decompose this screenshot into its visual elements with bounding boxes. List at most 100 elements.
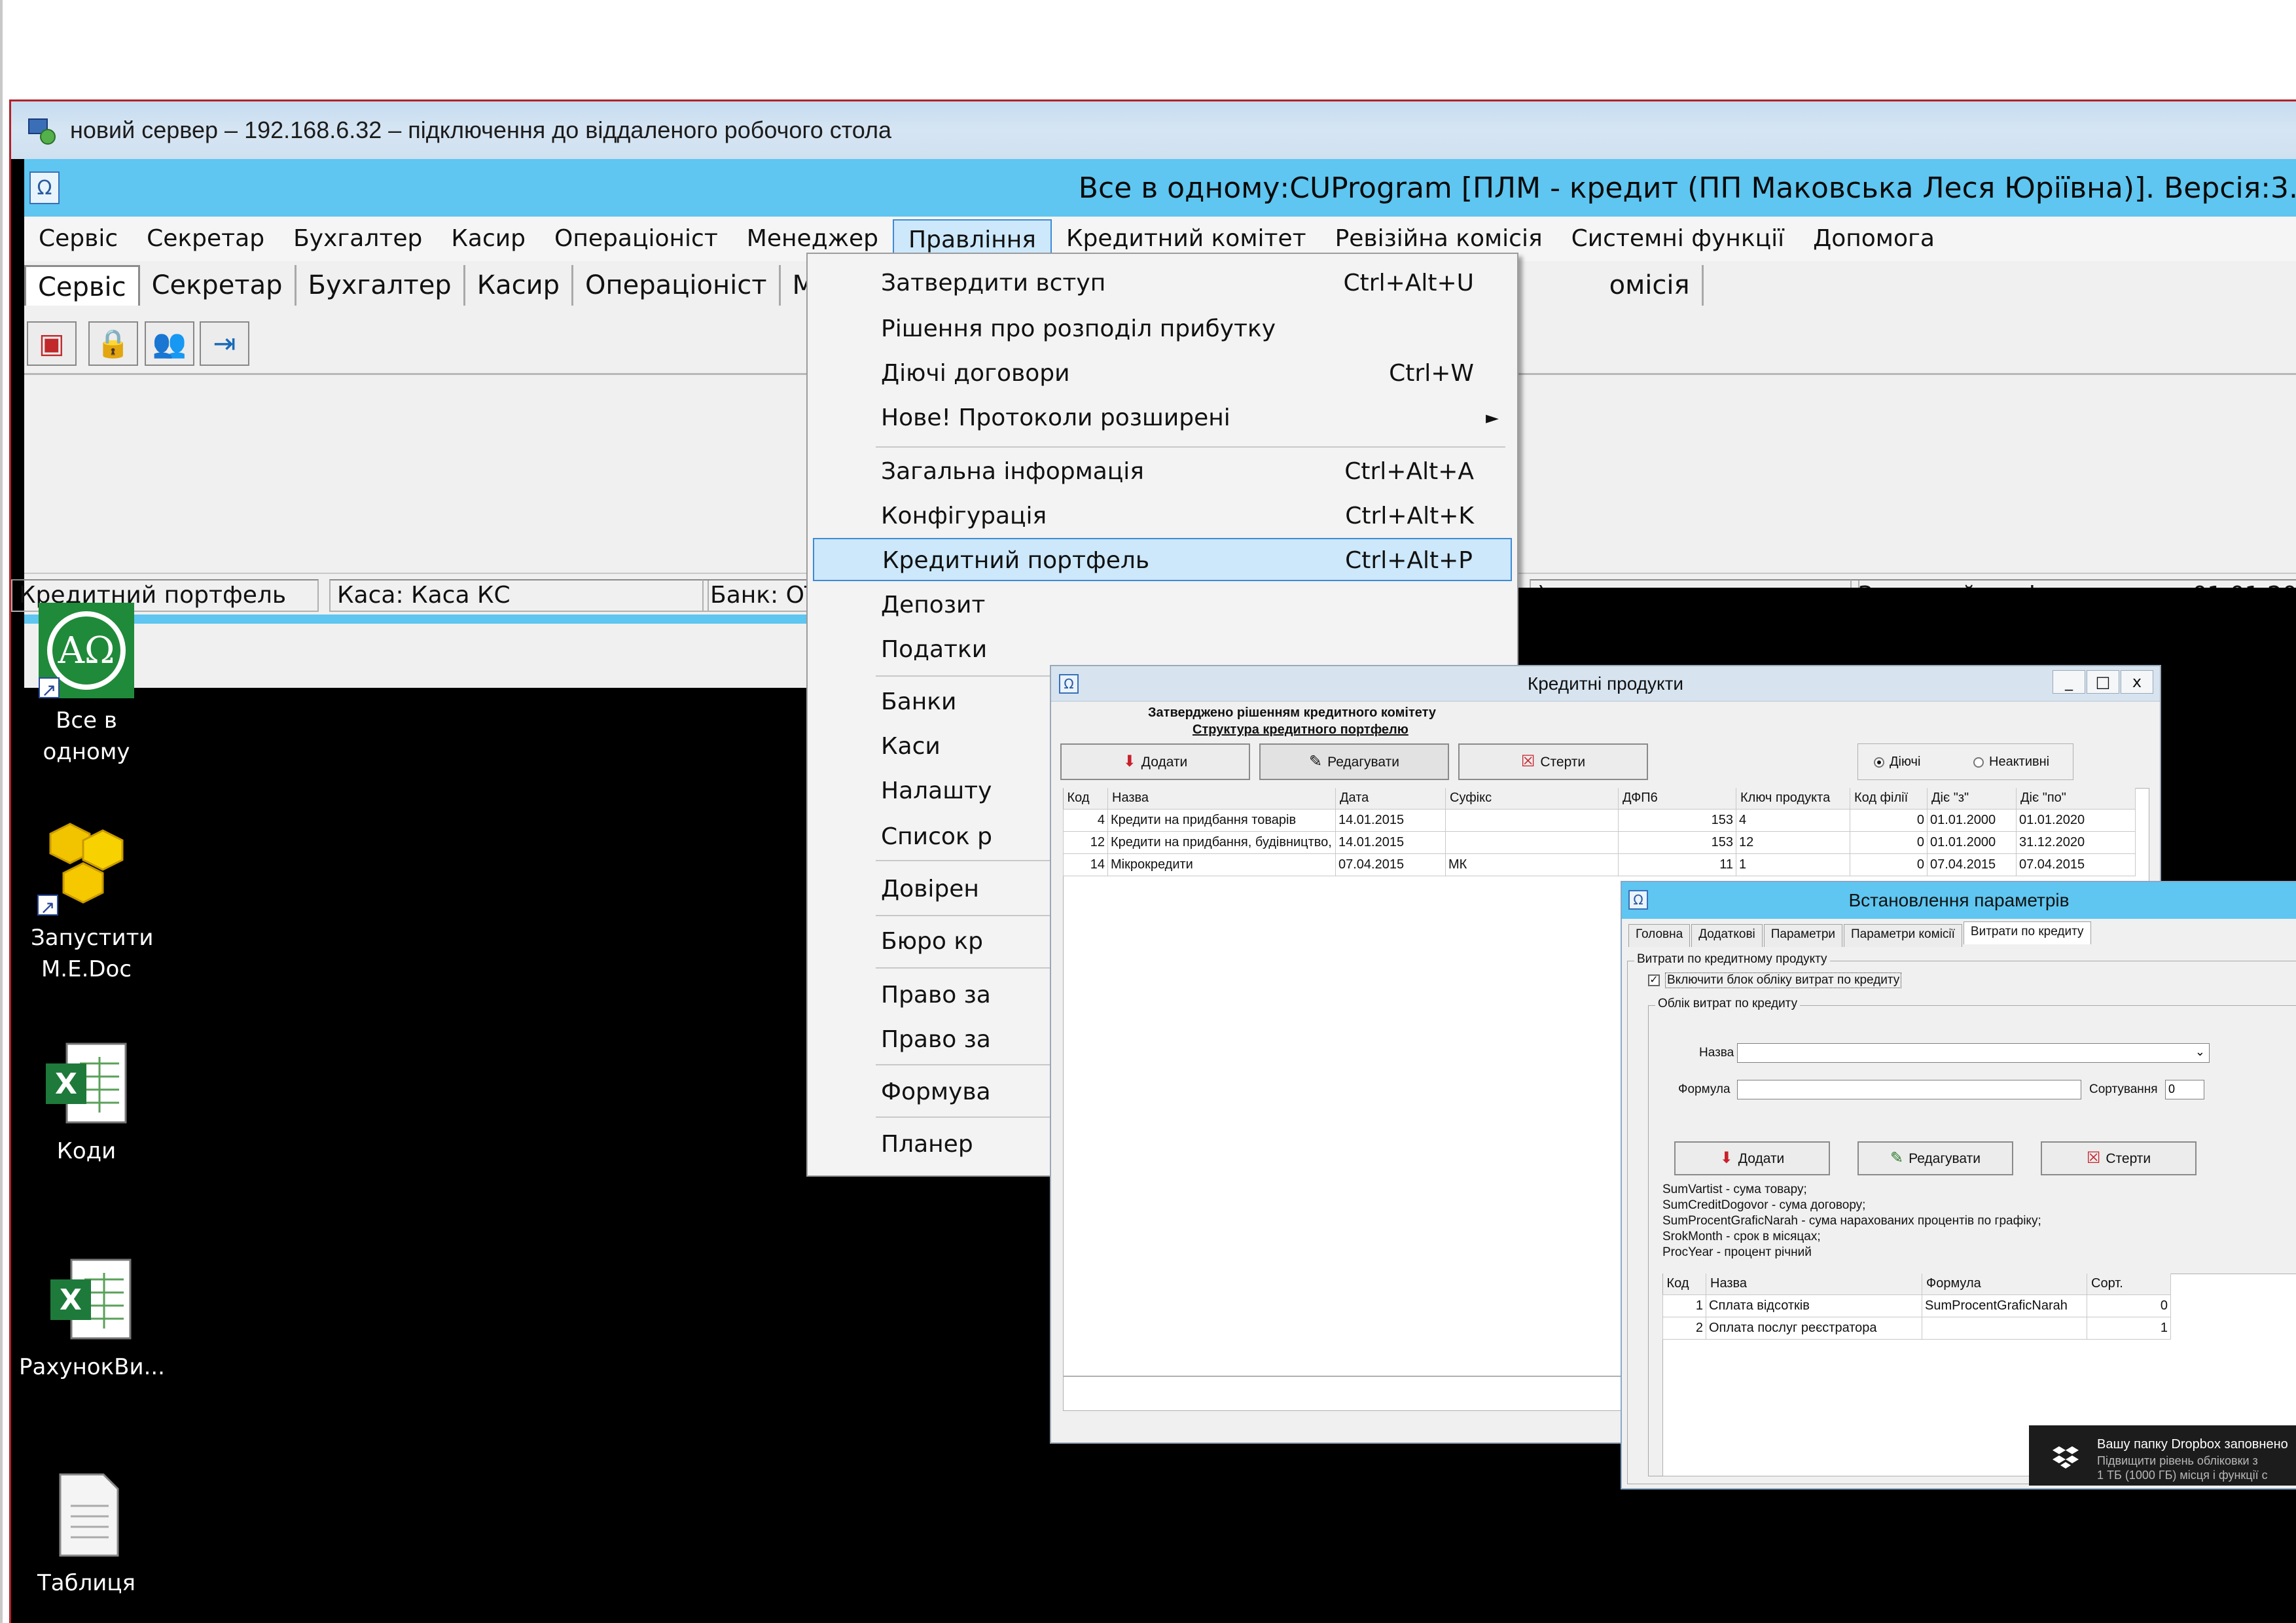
tab-secretary[interactable]: Секретар (140, 265, 296, 306)
params-add-button[interactable]: ⬇ Додати (1674, 1141, 1830, 1175)
submenu-arrow-icon: ► (1486, 408, 1499, 428)
desktop-icon-table[interactable]: Таблиця (31, 1469, 142, 1599)
maximize-button[interactable]: □ (2087, 670, 2119, 694)
menu-item-extended-protocols[interactable]: Нове! Протоколи розширені ► (813, 397, 1512, 440)
close-button[interactable]: x (2121, 670, 2153, 694)
icon-label: РахунокВи... (19, 1354, 165, 1380)
params-delete-button[interactable]: ☒ Стерти (2041, 1141, 2197, 1175)
formula-hint: SumVartist - сума товару; (1662, 1183, 1807, 1196)
column-header[interactable]: ДФП6 (1618, 788, 1736, 809)
rdp-titlebar[interactable]: новий сервер – 192.168.6.32 – підключенн… (11, 101, 2296, 159)
menu-help[interactable]: Допомога (1799, 219, 1949, 259)
app-logo-icon: Ω (29, 171, 60, 204)
desktop-icon-all-in-one[interactable]: ΑΩ Все в одному (31, 603, 142, 768)
credit-products-titlebar[interactable]: Ω Кредитні продукти _ □ x (1051, 666, 2160, 702)
desktop-icon-kody[interactable]: X Коди (31, 1037, 142, 1167)
column-header[interactable]: Діє "з" (1927, 788, 2017, 809)
status-bank: Банк: ОТП (702, 579, 820, 612)
column-header[interactable]: Код (1063, 788, 1108, 809)
column-header[interactable]: Дата (1335, 788, 1446, 809)
app-titlebar[interactable]: Ω Все в одному:CUProgram [ПЛМ - кредит (… (24, 159, 2296, 217)
table-row[interactable]: 4 Кредити на придбання товарів 14.01.2015 1… (1063, 808, 2136, 832)
formula-input[interactable] (1737, 1080, 2081, 1099)
icon-label: Все в (56, 707, 117, 734)
menu-service[interactable]: Сервіс (24, 219, 132, 259)
table-row[interactable]: 2 Оплата послуг реєстратора 1 (1662, 1316, 2171, 1340)
tab-additional[interactable]: Додаткові (1691, 924, 1763, 947)
formula-hint: SumCreditDogovor - сума договору; (1662, 1198, 1866, 1212)
menu-accountant[interactable]: Бухгалтер (279, 219, 437, 259)
tab-credit-expenses[interactable]: Витрати по кредиту (1963, 921, 2091, 944)
medoc-icon (37, 817, 135, 923)
tab-commission[interactable]: омісія (1598, 265, 1704, 306)
menu-item-general-info[interactable]: Загальна інформація Ctrl+Alt+A (813, 450, 1512, 493)
products-table: Код Назва Дата Суфікс ДФП6 Ключ продукта… (1063, 788, 2136, 876)
table-row[interactable]: 14 Мікрокредити 07.04.2015 МК 11 1 0 07.04.2015… (1063, 853, 2136, 876)
menu-cashier[interactable]: Касир (437, 219, 540, 259)
edit-button[interactable]: ✎ Редагувати (1259, 743, 1449, 780)
column-header[interactable]: Формула (1922, 1274, 2087, 1294)
delete-button[interactable]: ☒ Стерти (1458, 743, 1648, 780)
menu-secretary[interactable]: Секретар (132, 219, 279, 259)
table-row[interactable]: 12 Кредити на придбання, будівництво, 14.0… (1063, 830, 2136, 854)
menu-item-profit-distribution[interactable]: Рішення про розподіл прибутку (813, 308, 1512, 351)
exit-button[interactable]: ⇥ (200, 321, 249, 366)
parameters-titlebar[interactable]: Ω Встановлення параметрів (1622, 882, 2296, 919)
dropbox-notification[interactable]: Вашу папку Dropbox заповнено Підвищити р… (2029, 1425, 2296, 1486)
card-button[interactable]: ▣ (27, 321, 77, 366)
excel-file-icon: X (45, 1253, 137, 1345)
column-header[interactable]: Код (1662, 1274, 1706, 1294)
tab-commission-parameters[interactable]: Параметри комісії (1844, 924, 1962, 947)
column-header[interactable]: Ключ продукта (1736, 788, 1850, 809)
edit-icon: ✎ (1890, 1149, 1904, 1167)
column-header[interactable]: Код філії (1850, 788, 1928, 809)
shortcut-arrow-icon (39, 675, 60, 706)
tab-service[interactable]: Сервіс (24, 265, 140, 306)
tab-parameters[interactable]: Параметри (1763, 924, 1843, 947)
column-header[interactable]: Назва (1107, 788, 1336, 809)
formula-hint: SumProcentGraficNarah - сума нарахованих… (1662, 1214, 2041, 1228)
lock-button[interactable]: 🔒 (88, 321, 138, 366)
delete-icon: ☒ (1520, 753, 1535, 770)
radio-active[interactable]: Діючі (1874, 755, 1920, 770)
menu-item-approve-entry[interactable]: Затвердити вступ Ctrl+Alt+U (813, 262, 1512, 305)
menu-item-deposit[interactable]: Депозит (813, 584, 1512, 627)
menu-item-active-contracts[interactable]: Діючі договори Ctrl+W (813, 352, 1512, 395)
menu-item-credit-portfolio[interactable]: Кредитний портфель Ctrl+Alt+P (813, 538, 1512, 581)
desktop-icon-rakhunok[interactable]: X РахунокВи... (19, 1253, 165, 1383)
name-label: Назва (1699, 1046, 1734, 1060)
menu-item-configuration[interactable]: Конфігурація Ctrl+Alt+K (813, 495, 1512, 538)
column-header[interactable]: Сорт. (2087, 1274, 2171, 1294)
checkbox-checked-icon: ✓ (1648, 974, 1660, 986)
expenses-table: Код Назва Формула Сорт. 1 Сплата відсоткі… (1662, 1274, 2171, 1340)
portfolio-structure-link[interactable]: Структура кредитного портфелю (1193, 722, 1408, 738)
tab-accountant[interactable]: Бухгалтер (296, 265, 465, 306)
sort-stepper[interactable]: 0 (2165, 1080, 2204, 1099)
table-row[interactable]: 1 Сплата відсотків SumProcentGraficNarah 0 (1662, 1294, 2171, 1317)
svg-text:ΑΩ: ΑΩ (58, 630, 115, 672)
users-button[interactable]: 👥 (145, 321, 194, 366)
tab-main[interactable]: Головна (1628, 924, 1691, 947)
pencil-icon: ✎ (1309, 753, 1323, 770)
add-icon: ⬇ (1122, 753, 1136, 770)
name-select[interactable]: ⌄ (1737, 1043, 2210, 1063)
credit-products-title: Кредитні продукти (1527, 673, 1684, 694)
icon-label: Коди (56, 1138, 117, 1164)
radio-inactive[interactable]: Неактивні (1973, 755, 2049, 770)
enable-expenses-checkbox[interactable]: ✓ Включити блок обліку витрат по кредиту (1648, 972, 1902, 988)
dropbox-icon (2053, 1446, 2079, 1469)
parameters-window: Ω Встановлення параметрів Головна Додатк… (1621, 881, 2296, 1489)
add-button[interactable]: ⬇ Додати (1060, 743, 1250, 780)
tab-operator[interactable]: Операціоніст (573, 265, 781, 306)
desktop-icon-medoc[interactable]: Запустити M.E.Doc (31, 817, 153, 985)
column-header[interactable]: Діє "по" (2016, 788, 2136, 809)
column-header[interactable]: Суфікс (1445, 788, 1619, 809)
icon-label: Таблиця (37, 1570, 135, 1596)
column-header[interactable]: Назва (1706, 1274, 1922, 1294)
minimize-button[interactable]: _ (2053, 670, 2085, 694)
tab-cashier[interactable]: Касир (465, 265, 573, 306)
menu-operator[interactable]: Операціоніст (540, 219, 732, 259)
menu-system-functions[interactable]: Системні функції (1557, 219, 1799, 259)
params-edit-button[interactable]: ✎ Редагувати (1857, 1141, 2013, 1175)
screen: новий сервер – 192.168.6.32 – підключенн… (0, 0, 2296, 1623)
